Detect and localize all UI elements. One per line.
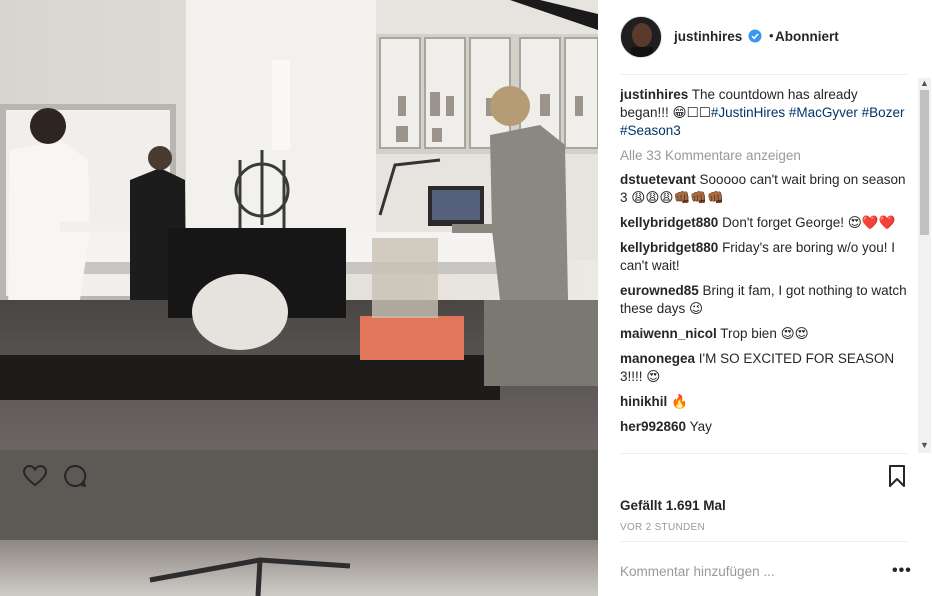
photo-illustration	[0, 0, 598, 596]
comment-username[interactable]: hinikhil	[620, 394, 667, 409]
comment-item: manonegea I'M SO EXCITED FOR SEASON 3!!!…	[620, 350, 910, 386]
comment-username[interactable]: her992860	[620, 419, 686, 434]
scroll-up-arrow-icon[interactable]: ▲	[920, 78, 929, 88]
post-side-panel: justinhires • Abonniert justinhires The …	[598, 0, 932, 596]
comment-input-divider	[620, 541, 908, 542]
comment-item: kellybridget880 Don't forget George! 😍❤️…	[620, 214, 910, 232]
comment-username[interactable]: kellybridget880	[620, 240, 718, 255]
author-avatar[interactable]	[620, 16, 662, 58]
comment-username[interactable]: eurowned85	[620, 283, 699, 298]
post-timestamp[interactable]: VOR 2 STUNDEN	[620, 522, 705, 533]
comment-item: her992860 Yay	[620, 418, 910, 436]
scrollbar-thumb[interactable]	[920, 90, 929, 235]
post-photo[interactable]	[0, 0, 598, 596]
comment-bubble-icon[interactable]	[62, 463, 88, 489]
scroll-down-arrow-icon[interactable]: ▼	[920, 440, 929, 450]
header-divider	[620, 74, 908, 75]
comment-text: Yay	[689, 419, 712, 434]
hashtag-link[interactable]: #Bozer	[862, 105, 905, 120]
comment-item: kellybridget880 Friday's are boring w/o …	[620, 239, 910, 275]
follow-button[interactable]: Abonniert	[775, 29, 839, 44]
comment-username[interactable]: kellybridget880	[620, 215, 718, 230]
view-all-comments-link[interactable]: Alle 33 Kommentare anzeigen	[620, 147, 910, 165]
comment-item: maiwenn_nicol Trop bien 😍😍	[620, 325, 910, 343]
comment-text: 🔥	[671, 394, 688, 409]
comment-username[interactable]: maiwenn_nicol	[620, 326, 717, 341]
author-username[interactable]: justinhires	[674, 29, 742, 44]
comment-username[interactable]: dstuetevant	[620, 172, 696, 187]
actions-divider	[620, 453, 908, 454]
likes-count[interactable]: Gefällt 1.691 Mal	[620, 498, 726, 513]
instagram-post: justinhires • Abonniert justinhires The …	[0, 0, 932, 596]
verified-badge-icon	[748, 29, 762, 43]
hashtag-link[interactable]: #Season3	[620, 123, 681, 138]
bookmark-icon[interactable]	[884, 463, 910, 489]
comment-text: Don't forget George! 😍❤️❤️	[722, 215, 896, 230]
comments-list[interactable]: justinhires The countdown has already be…	[620, 86, 910, 452]
comment-item: hinikhil 🔥	[620, 393, 910, 411]
add-comment-input[interactable]	[620, 560, 880, 582]
hashtag-link[interactable]: #JustinHires	[711, 105, 785, 120]
avatar-image	[621, 17, 661, 57]
more-options-button[interactable]: •••	[892, 562, 912, 580]
comment-username[interactable]: manonegea	[620, 351, 695, 366]
hashtag-link[interactable]: #MacGyver	[789, 105, 858, 120]
comment-item: eurowned85 Bring it fam, I got nothing t…	[620, 282, 910, 318]
comment-text: Trop bien 😍😍	[720, 326, 809, 341]
comment-item: dstuetevant Sooooo can't wait bring on s…	[620, 171, 910, 207]
caption-username[interactable]: justinhires	[620, 87, 688, 102]
header-separator: •	[769, 28, 774, 43]
heart-icon[interactable]	[22, 463, 48, 489]
post-caption: justinhires The countdown has already be…	[620, 86, 910, 140]
